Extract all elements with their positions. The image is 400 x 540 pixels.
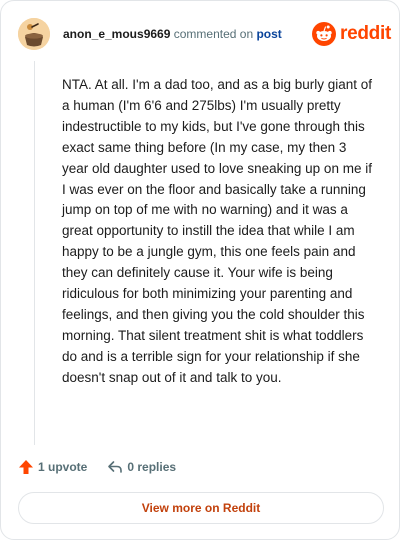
replies-button[interactable]: 0 replies: [107, 459, 176, 475]
upvote-arrow-icon: [19, 460, 33, 474]
upvote-count: 1 upvote: [38, 460, 88, 474]
comment-card: anon_e_mous9669 commented on post reddit…: [0, 0, 400, 540]
reply-arrow-icon: [108, 461, 123, 473]
comment-action-text: commented on: [173, 27, 254, 41]
reddit-alien-icon: [312, 22, 336, 46]
thread-line: [34, 61, 35, 445]
avatar[interactable]: [18, 18, 50, 50]
upvote-button[interactable]: 1 upvote: [18, 459, 87, 475]
view-more-button[interactable]: View more on Reddit: [18, 492, 384, 524]
post-link[interactable]: post: [256, 27, 281, 41]
reddit-wordmark: reddit: [340, 23, 391, 44]
comment-author[interactable]: anon_e_mous9669: [63, 27, 170, 41]
comment-actions: 1 upvote 0 replies: [18, 459, 176, 475]
avatar-image: [18, 18, 50, 50]
reddit-logo[interactable]: reddit: [312, 22, 391, 46]
reply-count: 0 replies: [127, 460, 177, 474]
comment-body: NTA. At all. I'm a dad too, and as a big…: [62, 77, 372, 385]
comment-header: anon_e_mous9669 commented on post: [63, 27, 282, 41]
